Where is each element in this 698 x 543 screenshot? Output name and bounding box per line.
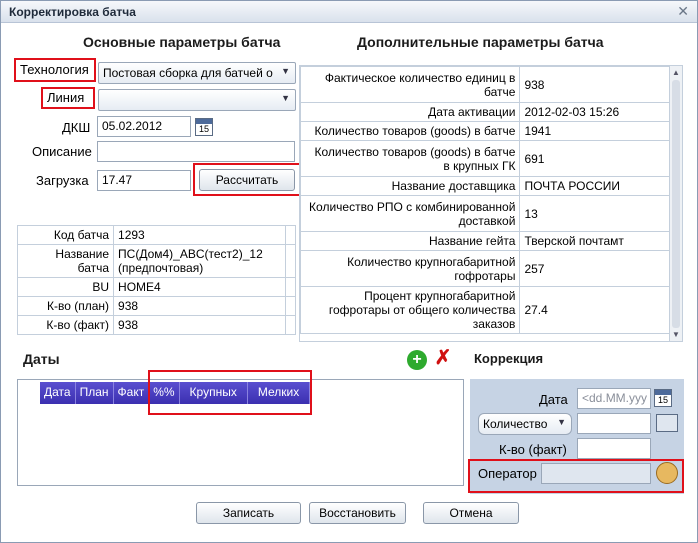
column-header[interactable]: Дата [40,382,76,404]
restore-button[interactable]: Восстановить [309,502,406,524]
batch-info-grid: Код батча 1293 Название батча ПС(Дом4)_ABC… [16,225,297,335]
calculate-button[interactable]: Рассчитать [199,169,295,191]
technology-label: Технология [20,62,89,77]
technology-select[interactable]: Постовая сборка для батчей о ▼ [98,62,296,84]
scroll-thumb[interactable] [672,80,680,328]
table-row: Количество товаров (goods) в батче 1941 [300,121,670,141]
calendar-icon[interactable]: 15 [654,389,672,407]
table-row: Количество крупногабаритной гофротары 257 [300,250,670,287]
table-row: Название доставщика ПОЧТА РОССИИ [300,176,670,196]
table-row: Название гейта Тверской почтамт [300,231,670,251]
add-icon[interactable]: + [407,350,427,370]
description-input[interactable] [97,141,295,162]
scroll-up-icon[interactable]: ▲ [672,68,680,77]
dates-title: Даты [23,351,60,367]
correction-date-label: Дата [539,392,568,407]
table-row: Фактическое количество единиц в батче 938 [300,66,670,103]
quantity-select[interactable]: Количество ▼ [478,413,572,435]
load-input[interactable]: 17.47 [97,170,191,191]
technology-value: Постовая сборка для батчей о [103,66,273,80]
correction-title: Коррекция [474,351,544,366]
table-row: Название батча ПС(Дом4)_ABC(тест2)_12 (пр… [16,244,297,278]
table-row: Количество товаров (goods) в батче в кру… [300,140,670,177]
chevron-down-icon: ▼ [281,66,290,76]
table-row: Процент крупногабаритной гофротары от об… [300,286,670,334]
column-header[interactable]: Факт [114,382,150,404]
table-row: К-во (факт) 938 [16,315,297,335]
batch-edit-window: Корректировка батча ✕ Основные параметры… [0,0,698,543]
cancel-button[interactable]: Отмена [423,502,519,524]
calculator-icon[interactable] [656,414,678,432]
fact-input[interactable] [577,438,651,459]
extra-params-grid[interactable]: Фактическое количество единиц в батче 938… [299,65,683,342]
load-label: Загрузка [36,173,89,188]
column-header[interactable]: План [76,382,114,404]
save-button[interactable]: Записать [196,502,301,524]
main-params-title: Основные параметры батча [83,34,281,50]
fact-label: К-во (факт) [499,442,567,457]
table-row: Дата активации 2012-02-03 15:26 [300,102,670,122]
dkш-label: ДКШ [62,120,91,135]
line-select[interactable]: ▼ [98,89,296,111]
operator-avatar-icon[interactable] [656,462,678,484]
delete-icon[interactable]: ✗ [433,348,453,368]
close-icon[interactable]: ✕ [677,3,689,20]
titlebar: Корректировка батча ✕ [1,1,697,23]
extra-params-title: Дополнительные параметры батча [357,34,604,50]
table-row: Код батча 1293 [16,225,297,245]
table-row: Количество РПО с комбинированной доставк… [300,195,670,232]
table-row: К-во (план) 938 [16,296,297,316]
scroll-down-icon[interactable]: ▼ [672,330,680,339]
quantity-select-value: Количество [483,417,548,431]
operator-input[interactable] [541,463,651,484]
highlight-date-columns [148,370,312,415]
correction-date-input[interactable]: <dd.MM.yyy [577,388,651,409]
table-row: BU HOME4 [16,277,297,297]
line-label: Линия [47,90,85,105]
vertical-scrollbar[interactable]: ▲ ▼ [669,66,682,341]
description-label: Описание [32,144,92,159]
quantity-input[interactable] [577,413,651,434]
dkш-input[interactable]: 05.02.2012 [97,116,191,137]
operator-label: Оператор [478,466,537,481]
chevron-down-icon: ▼ [281,93,290,103]
calendar-icon[interactable]: 15 [195,118,213,136]
chevron-down-icon: ▼ [557,417,566,427]
window-title: Корректировка батча [9,5,136,19]
